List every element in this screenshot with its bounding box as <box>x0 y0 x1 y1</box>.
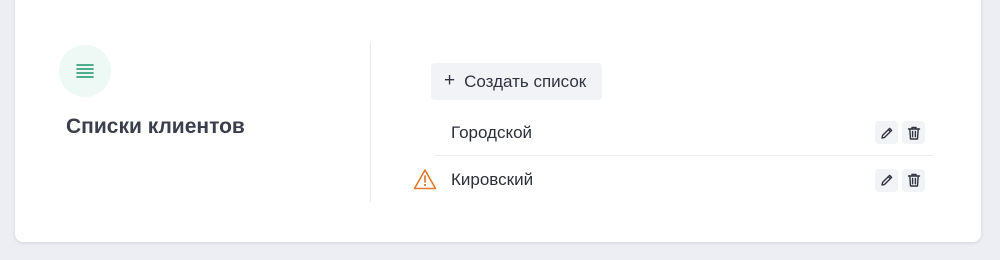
list-item-name: Кировский <box>451 170 534 189</box>
edit-icon <box>880 174 892 186</box>
section-title: Списки клиентов <box>66 115 245 138</box>
plus-icon: + <box>444 70 456 91</box>
delete-button[interactable] <box>902 168 925 192</box>
trash-icon <box>907 173 920 187</box>
list-item[interactable]: Кировский <box>435 157 933 203</box>
delete-button[interactable] <box>902 121 925 144</box>
vertical-divider <box>370 42 371 202</box>
edit-icon <box>880 127 892 139</box>
section-icon-circle <box>59 45 111 97</box>
edit-button[interactable] <box>875 121 898 144</box>
list-icon <box>76 64 94 78</box>
list-item[interactable]: Городской <box>435 110 933 156</box>
edit-button[interactable] <box>875 168 898 192</box>
customer-lists-card: Списки клиентов + Создать список Городск… <box>15 0 981 242</box>
list-item-actions <box>875 168 925 192</box>
list-item-name: Городской <box>451 122 533 142</box>
create-list-button[interactable]: + Создать список <box>431 63 603 100</box>
warning-icon <box>413 169 437 190</box>
trash-icon <box>907 126 920 140</box>
list-item-actions <box>875 121 925 144</box>
create-list-label: Создать список <box>464 71 587 91</box>
